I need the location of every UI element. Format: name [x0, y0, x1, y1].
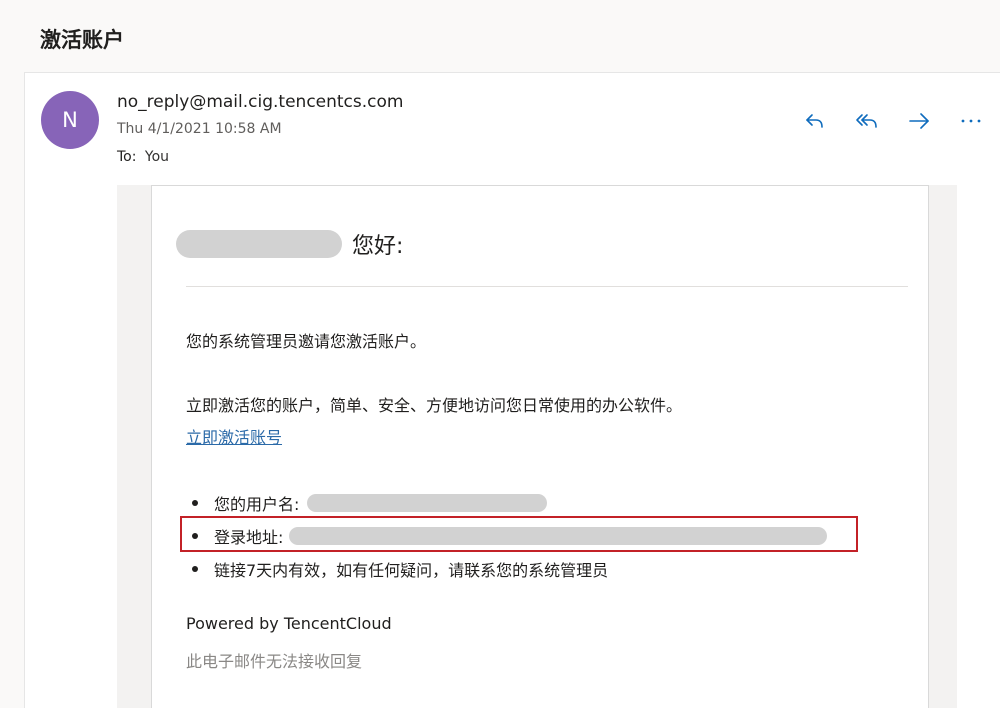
greeting-text: 您好: [352, 234, 404, 259]
validity-text: 链接7天内有效，如有任何疑问，请联系您的系统管理员 [214, 560, 609, 580]
sender-address[interactable]: no_reply@mail.cig.tencentcs.com [117, 92, 403, 112]
divider [186, 286, 908, 287]
more-icon [961, 119, 981, 123]
forward-button[interactable] [893, 105, 945, 137]
recipient-you[interactable]: You [145, 149, 169, 165]
bullet-dot [192, 565, 198, 572]
email-subject: 激活账户 [40, 28, 124, 52]
reply-icon [806, 114, 823, 128]
powered-by: Powered by TencentCloud [186, 614, 392, 633]
more-actions-button[interactable] [945, 105, 997, 137]
sent-date: Thu 4/1/2021 10:58 AM [117, 121, 282, 137]
forward-icon [909, 113, 929, 129]
sender-avatar[interactable]: N [41, 91, 99, 149]
no-reply-note: 此电子邮件无法接收回复 [186, 652, 363, 671]
username-item: 您的用户名: [186, 486, 827, 519]
greeting: 您好: [176, 226, 403, 262]
login-url-highlight [180, 516, 858, 552]
subject-bar: 激活账户 [0, 0, 1000, 72]
username-label: 您的用户名: [214, 494, 300, 514]
message-actions [789, 105, 997, 137]
recipient-line: To: You [117, 149, 169, 165]
activate-account-link[interactable]: 立即激活账号 [186, 424, 282, 448]
to-label: To: [117, 149, 137, 165]
reply-all-button[interactable] [841, 105, 893, 137]
reply-button[interactable] [789, 105, 841, 137]
redacted-name [176, 230, 342, 258]
email-content: 您好: 您的系统管理员邀请您激活账户。 立即激活您的账户，简单、安全、方便地访问… [151, 185, 929, 708]
activate-paragraph: 立即激活您的账户，简单、安全、方便地访问您日常使用的办公软件。 [186, 396, 683, 415]
redacted-username [307, 493, 548, 512]
message-card: N no_reply@mail.cig.tencentcs.com Thu 4/… [24, 72, 1000, 708]
bullet-dot [192, 499, 198, 506]
invite-paragraph: 您的系统管理员邀请您激活账户。 [186, 332, 427, 351]
reply-all-icon [856, 114, 877, 128]
validity-item: 链接7天内有效，如有任何疑问，请联系您的系统管理员 [186, 552, 827, 585]
message-body: 您好: 您的系统管理员邀请您激活账户。 立即激活您的账户，简单、安全、方便地访问… [117, 185, 957, 708]
